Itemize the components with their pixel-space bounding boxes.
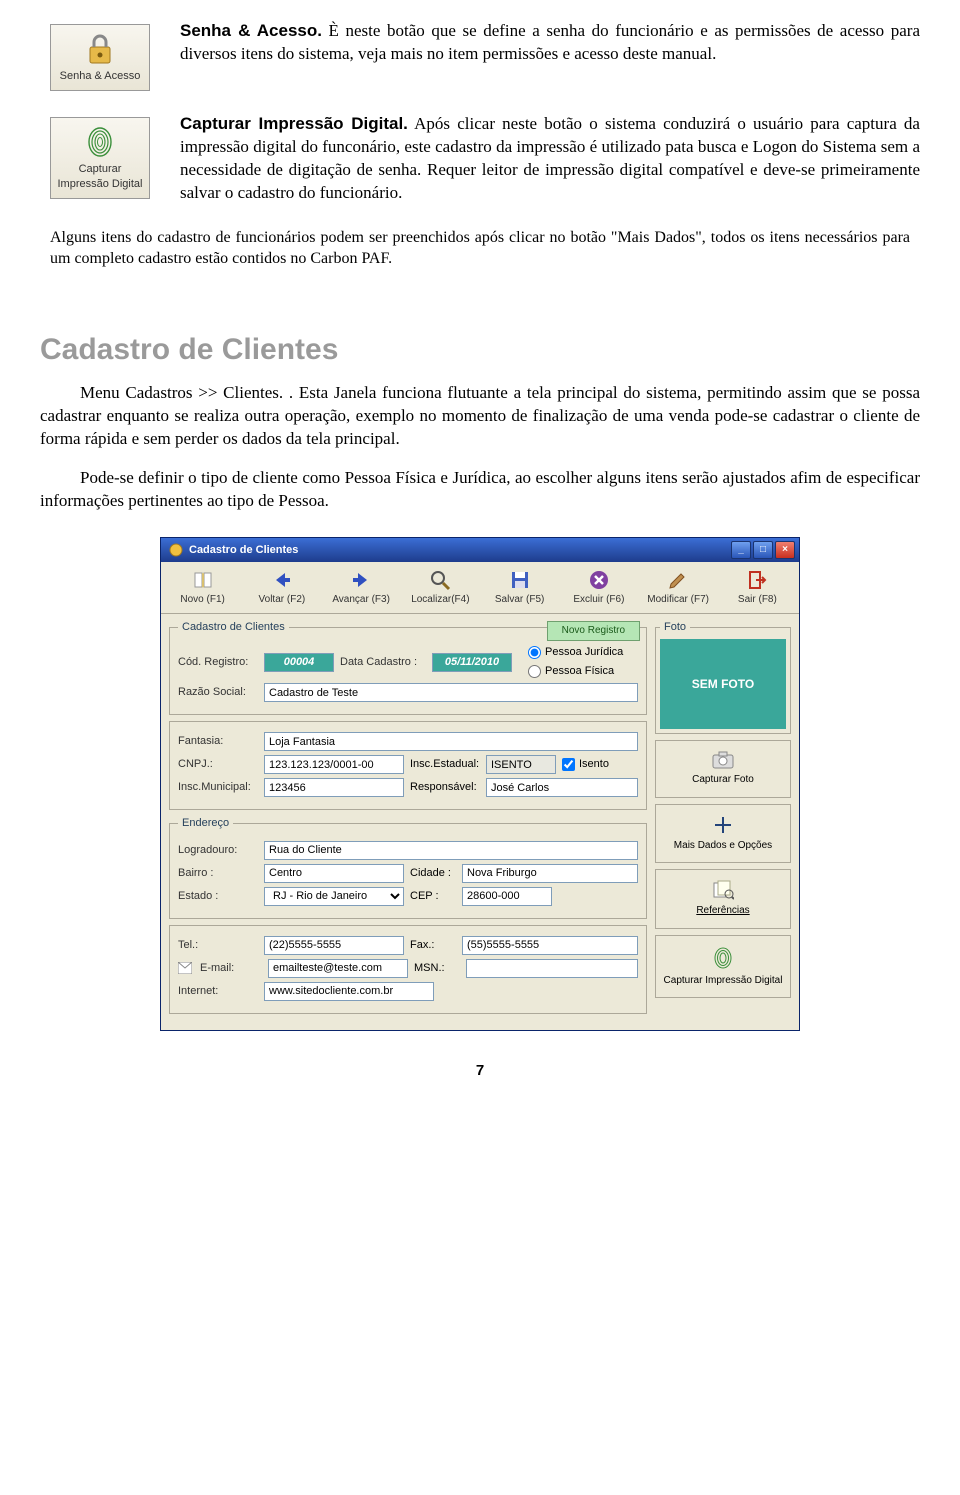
label-cnpj: CNPJ.: bbox=[178, 757, 258, 772]
status-novo-registro: Novo Registro bbox=[547, 621, 640, 641]
input-resp[interactable] bbox=[486, 778, 638, 797]
label-cod: Cód. Registro: bbox=[178, 655, 258, 670]
lock-icon bbox=[82, 31, 118, 67]
email-icon bbox=[178, 962, 192, 974]
window-titlebar: Cadastro de Clientes _ □ × bbox=[161, 538, 799, 562]
capturar-digital-label-2: Impressão Digital bbox=[58, 178, 143, 190]
input-cep[interactable] bbox=[462, 887, 552, 906]
tool-salvar[interactable]: Salvar (F5) bbox=[480, 566, 559, 610]
plus-icon bbox=[713, 815, 733, 835]
tool-localizar[interactable]: Localizar(F4) bbox=[401, 566, 480, 610]
input-msn[interactable] bbox=[466, 959, 638, 978]
cadastro-clientes-window: Cadastro de Clientes _ □ × Novo (F1) Vol… bbox=[160, 537, 800, 1031]
input-data[interactable] bbox=[432, 653, 512, 672]
group-endereco: Endereço Logradouro: Bairro : Cidade : E… bbox=[169, 816, 647, 919]
group-contato: Tel.: Fax.: E-mail: MSN.: Internet: bbox=[169, 925, 647, 1014]
label-bairro: Bairro : bbox=[178, 866, 258, 881]
input-cnpj[interactable] bbox=[264, 755, 404, 774]
tool-sair[interactable]: Sair (F8) bbox=[718, 566, 797, 610]
checkbox-isento[interactable]: Isento bbox=[562, 757, 609, 772]
label-email: E-mail: bbox=[200, 961, 262, 976]
fingerprint-icon bbox=[82, 124, 118, 160]
tool-novo[interactable]: Novo (F1) bbox=[163, 566, 242, 610]
tool-modificar[interactable]: Modificar (F7) bbox=[639, 566, 718, 610]
senha-acesso-label: Senha & Acesso bbox=[60, 70, 141, 82]
save-icon bbox=[509, 569, 531, 591]
section-heading-clientes: Cadastro de Clientes bbox=[40, 330, 920, 371]
capturar-digital-side-button[interactable]: Capturar Impressão Digital bbox=[655, 935, 791, 999]
senha-acesso-button[interactable]: Senha & Acesso bbox=[50, 24, 150, 91]
page-number: 7 bbox=[40, 1061, 920, 1081]
tool-excluir[interactable]: Excluir (F6) bbox=[559, 566, 638, 610]
fingerprint-icon bbox=[712, 946, 734, 970]
input-cidade[interactable] bbox=[462, 864, 638, 883]
minimize-button[interactable]: _ bbox=[731, 541, 751, 559]
references-icon bbox=[712, 880, 734, 900]
window-title: Cadastro de Clientes bbox=[189, 543, 298, 558]
clientes-p2: Pode-se definir o tipo de cliente como P… bbox=[40, 467, 920, 513]
cadastro-note: Alguns itens do cadastro de funcionários… bbox=[50, 227, 910, 270]
input-email[interactable] bbox=[268, 959, 408, 978]
label-msn: MSN.: bbox=[414, 961, 460, 976]
capturar-digital-button[interactable]: Capturar Impressão Digital bbox=[50, 117, 150, 199]
arrow-left-icon bbox=[271, 569, 293, 591]
capturar-digital-label-1: Capturar bbox=[79, 163, 122, 175]
group-dados: Fantasia: CNPJ.: Insc.Estadual: Isento I… bbox=[169, 721, 647, 810]
label-internet: Internet: bbox=[178, 984, 258, 999]
delete-icon bbox=[588, 569, 610, 591]
mais-dados-button[interactable]: Mais Dados e Opções bbox=[655, 804, 791, 864]
input-razao[interactable] bbox=[264, 683, 638, 702]
select-estado[interactable]: RJ - Rio de Janeiro bbox=[264, 887, 404, 906]
arrow-right-icon bbox=[350, 569, 372, 591]
group-cadastro: Cadastro de Clientes Novo Registro Cód. … bbox=[169, 620, 647, 715]
label-razao: Razão Social: bbox=[178, 685, 258, 700]
capturar-digital-text: Capturar Impressão Digital. Após clicar … bbox=[180, 113, 920, 205]
input-bairro[interactable] bbox=[264, 864, 404, 883]
toolbar: Novo (F1) Voltar (F2) Avançar (F3) Local… bbox=[161, 562, 799, 615]
label-cidade: Cidade : bbox=[410, 866, 456, 881]
app-icon bbox=[169, 543, 183, 557]
edit-icon bbox=[667, 569, 689, 591]
input-insc-mun[interactable] bbox=[264, 778, 404, 797]
radio-pf[interactable]: Pessoa Física bbox=[528, 664, 623, 679]
input-tel[interactable] bbox=[264, 936, 404, 955]
label-tel: Tel.: bbox=[178, 938, 258, 953]
label-cep: CEP : bbox=[410, 889, 456, 904]
input-fantasia[interactable] bbox=[264, 732, 638, 751]
foto-preview: SEM FOTO bbox=[660, 639, 786, 729]
label-logradouro: Logradouro: bbox=[178, 843, 258, 858]
input-internet[interactable] bbox=[264, 982, 434, 1001]
senha-acesso-text: Senha & Acesso. È neste botão que se def… bbox=[180, 20, 920, 66]
input-cod[interactable] bbox=[264, 653, 334, 672]
maximize-button[interactable]: □ bbox=[753, 541, 773, 559]
input-logradouro[interactable] bbox=[264, 841, 638, 860]
book-icon bbox=[192, 569, 214, 591]
camera-icon bbox=[712, 751, 734, 769]
label-insc-est: Insc.Estadual: bbox=[410, 757, 480, 772]
radio-pj[interactable]: Pessoa Jurídica bbox=[528, 645, 623, 660]
tool-voltar[interactable]: Voltar (F2) bbox=[242, 566, 321, 610]
input-fax[interactable] bbox=[462, 936, 638, 955]
label-data: Data Cadastro : bbox=[340, 655, 426, 670]
label-fax: Fax.: bbox=[410, 938, 456, 953]
exit-icon bbox=[746, 569, 768, 591]
referencias-button[interactable]: Referências bbox=[655, 869, 791, 929]
label-fantasia: Fantasia: bbox=[178, 734, 258, 749]
label-insc-mun: Insc.Municipal: bbox=[178, 780, 258, 795]
label-resp: Responsável: bbox=[410, 780, 480, 795]
label-estado: Estado : bbox=[178, 889, 258, 904]
input-insc-est bbox=[486, 755, 556, 774]
capturar-foto-button[interactable]: Capturar Foto bbox=[655, 740, 791, 798]
search-icon bbox=[429, 569, 451, 591]
close-button[interactable]: × bbox=[775, 541, 795, 559]
group-foto: Foto SEM FOTO bbox=[655, 620, 791, 734]
tool-avancar[interactable]: Avançar (F3) bbox=[322, 566, 401, 610]
clientes-p1: Menu Cadastros >> Clientes. . Esta Janel… bbox=[40, 382, 920, 451]
